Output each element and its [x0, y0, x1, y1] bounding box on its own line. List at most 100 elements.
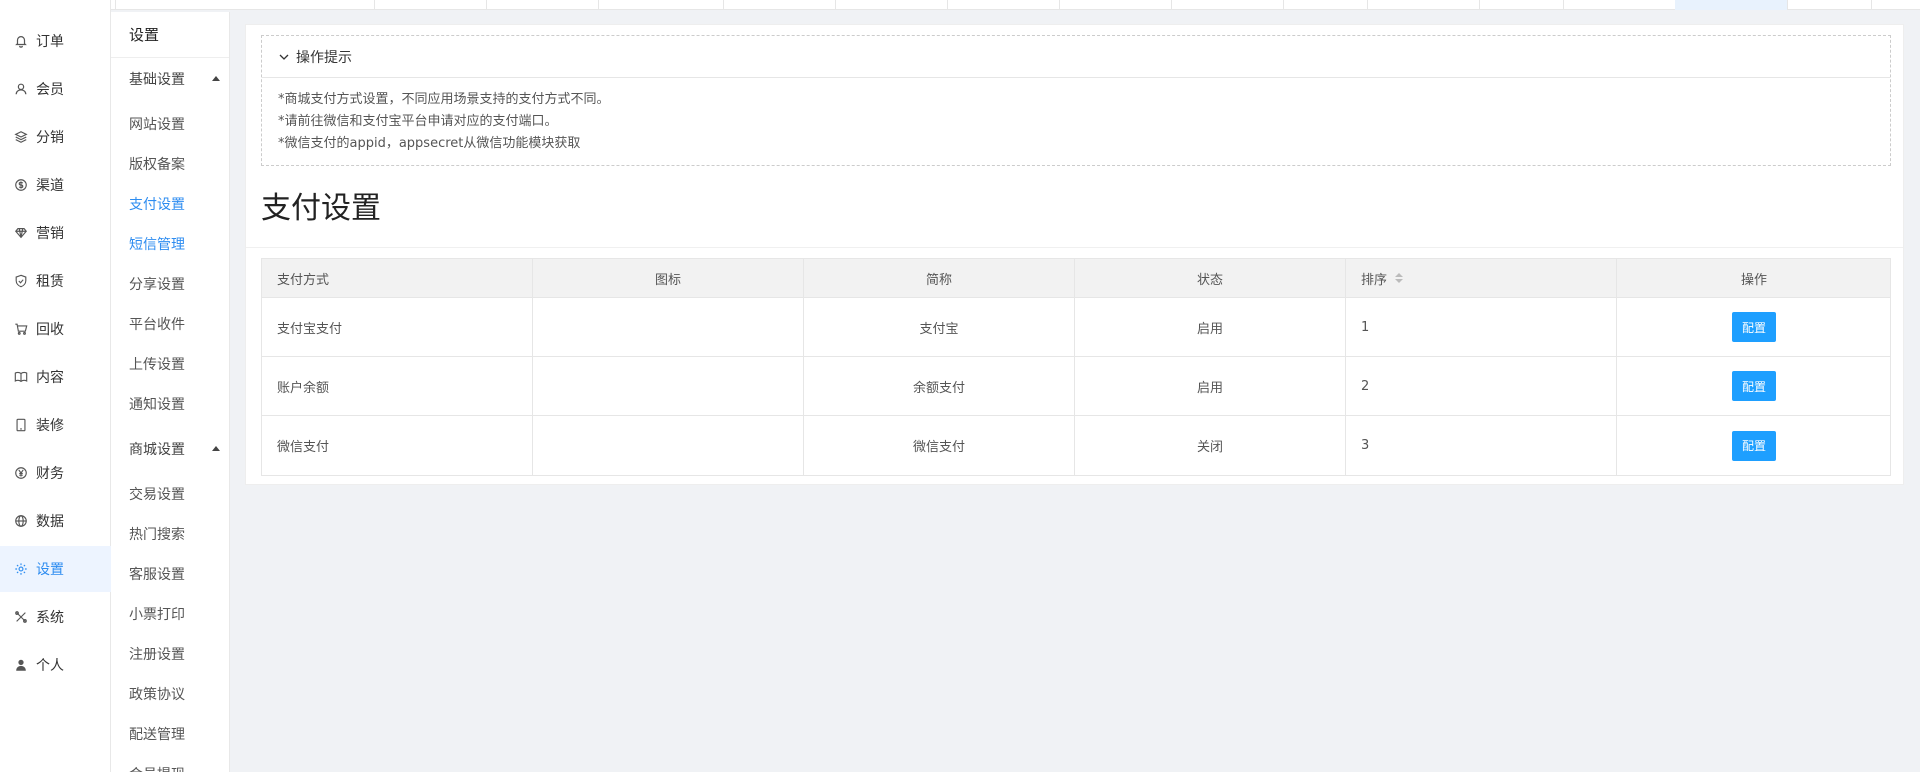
tab-separator [1283, 0, 1284, 10]
cell-action: 配置 [1617, 357, 1891, 415]
cell-icon [533, 357, 804, 415]
cell-order: 3 [1346, 416, 1617, 475]
header-order-label: 排序 [1361, 272, 1388, 288]
subnav-item-receipt-print[interactable]: 小票打印 [111, 594, 229, 634]
cell-order: 2 [1346, 357, 1617, 415]
nav-item-label: 营销 [36, 226, 64, 242]
tab-separator [1059, 0, 1060, 10]
nav-item-system[interactable]: 系统 [0, 594, 111, 640]
tab-separator [1171, 0, 1172, 10]
subnav-item-receiving[interactable]: 平台收件 [111, 304, 229, 344]
nav-item-data[interactable]: 数据 [0, 498, 111, 544]
chevron-down-icon [279, 54, 289, 60]
subnav-item-delivery[interactable]: 配送管理 [111, 714, 229, 754]
nav-item-label: 内容 [36, 370, 64, 386]
subnav-item-customer-service[interactable]: 客服设置 [111, 554, 229, 594]
cell-action: 配置 [1617, 416, 1891, 475]
nav-item-label: 租赁 [36, 274, 64, 290]
content-card: 操作提示 *商城支付方式设置，不同应用场景支持的支付方式不同。 *请前往微信和支… [245, 24, 1904, 485]
subnav-item-upload[interactable]: 上传设置 [111, 344, 229, 384]
yen-circle-icon [15, 467, 27, 479]
nav-item-label: 装修 [36, 418, 64, 434]
nav-item-content[interactable]: 内容 [0, 354, 111, 400]
config-button[interactable]: 配置 [1732, 371, 1776, 401]
cell-short-name: 微信支付 [804, 416, 1075, 475]
cell-method: 支付宝支付 [262, 298, 533, 356]
nav-item-decoration[interactable]: 装修 [0, 402, 111, 448]
config-button[interactable]: 配置 [1732, 430, 1776, 461]
nav-item-orders[interactable]: 订单 [0, 18, 111, 64]
nav-item-channels[interactable]: 渠道 [0, 162, 111, 208]
sort-icon[interactable] [1395, 273, 1404, 283]
cell-action: 配置 [1617, 298, 1891, 356]
subnav-item-withdraw[interactable]: 会员提现 [111, 754, 229, 772]
nav-item-leasing[interactable]: 租赁 [0, 258, 111, 304]
globe-icon [15, 515, 27, 527]
subnav-title: 设置 [111, 12, 229, 58]
subnav-item-share[interactable]: 分享设置 [111, 264, 229, 304]
subnav-group-mall[interactable]: 商城设置 [111, 429, 229, 469]
table-row: 微信支付 微信支付 关闭 3 配置 [262, 416, 1890, 475]
nav-item-members[interactable]: 会员 [0, 66, 111, 112]
person-icon [16, 659, 26, 671]
bell-icon [15, 36, 27, 48]
nav-item-label: 数据 [36, 514, 64, 530]
subnav-item-trade[interactable]: 交易设置 [111, 474, 229, 514]
tab-separator [1563, 0, 1564, 10]
subnav-item-register[interactable]: 注册设置 [111, 634, 229, 674]
secondary-sidebar: 设置 基础设置 网站设置 版权备案 支付设置 短信管理 分享设置 平台收件 上传… [111, 12, 230, 772]
app-root: 订单 会员 分销 渠道 营销 租赁 回收 内容 装修 财务 数据 设置 系统 个… [0, 0, 1920, 772]
nav-item-label: 回收 [36, 322, 64, 338]
nav-item-finance[interactable]: 财务 [0, 450, 111, 496]
nav-item-personal[interactable]: 个人 [0, 642, 111, 688]
cell-icon [533, 416, 804, 475]
book-icon [14, 371, 28, 383]
cell-status: 启用 [1075, 298, 1346, 356]
nav-item-label: 设置 [36, 562, 64, 578]
nav-item-settings[interactable]: 设置 [0, 546, 111, 592]
user-icon [15, 83, 27, 95]
tab-separator [1367, 0, 1368, 10]
tab-separator [115, 0, 116, 10]
nav-item-recycle[interactable]: 回收 [0, 306, 111, 352]
nav-item-marketing[interactable]: 营销 [0, 210, 111, 256]
cell-short-name: 支付宝 [804, 298, 1075, 356]
subnav-group-basic[interactable]: 基础设置 [111, 59, 229, 99]
subnav-item-copyright[interactable]: 版权备案 [111, 144, 229, 184]
subnav-group-label: 基础设置 [129, 72, 185, 88]
gear-icon [15, 563, 27, 575]
subnav-item-payment[interactable]: 支付设置 [111, 184, 229, 224]
tab-separator [835, 0, 836, 10]
nav-item-label: 会员 [36, 82, 64, 98]
active-tab-highlight[interactable] [1675, 0, 1787, 10]
tips-line: *商城支付方式设置，不同应用场景支持的支付方式不同。 [278, 92, 610, 107]
tab-separator [1787, 0, 1788, 10]
page-title: 支付设置 [261, 191, 381, 226]
subnav-item-website[interactable]: 网站设置 [111, 104, 229, 144]
nav-item-distribution[interactable]: 分销 [0, 114, 111, 160]
nav-item-label: 订单 [36, 34, 64, 50]
tips-toggle[interactable]: 操作提示 [262, 36, 1890, 78]
nav-item-label: 渠道 [36, 178, 64, 194]
primary-sidebar: 订单 会员 分销 渠道 营销 租赁 回收 内容 装修 财务 数据 设置 系统 个… [0, 0, 111, 772]
tips-line: *微信支付的appid，appsecret从微信功能模块获取 [278, 136, 581, 151]
payment-table: 支付方式 图标 简称 状态 排序 操作 支付宝支付 支付宝 启用 1 配置 账户… [261, 258, 1891, 476]
subnav-item-policy[interactable]: 政策协议 [111, 674, 229, 714]
config-button[interactable]: 配置 [1732, 312, 1776, 342]
cell-status: 启用 [1075, 357, 1346, 415]
subnav-item-notification[interactable]: 通知设置 [111, 384, 229, 424]
table-row: 支付宝支付 支付宝 启用 1 配置 [262, 298, 1890, 357]
tab-separator [1871, 0, 1872, 10]
shield-check-icon [15, 274, 27, 288]
header-short-name: 简称 [804, 259, 1075, 297]
nav-item-label: 个人 [36, 658, 64, 674]
tools-icon [15, 611, 27, 623]
caret-up-icon [212, 446, 220, 451]
tips-line: *请前往微信和支付宝平台申请对应的支付端口。 [278, 114, 558, 129]
subnav-item-sms[interactable]: 短信管理 [111, 224, 229, 264]
subnav-item-hot-search[interactable]: 热门搜索 [111, 514, 229, 554]
cell-method: 微信支付 [262, 416, 533, 475]
header-order[interactable]: 排序 [1346, 259, 1617, 297]
tab-separator [598, 0, 599, 10]
tab-separator [723, 0, 724, 10]
